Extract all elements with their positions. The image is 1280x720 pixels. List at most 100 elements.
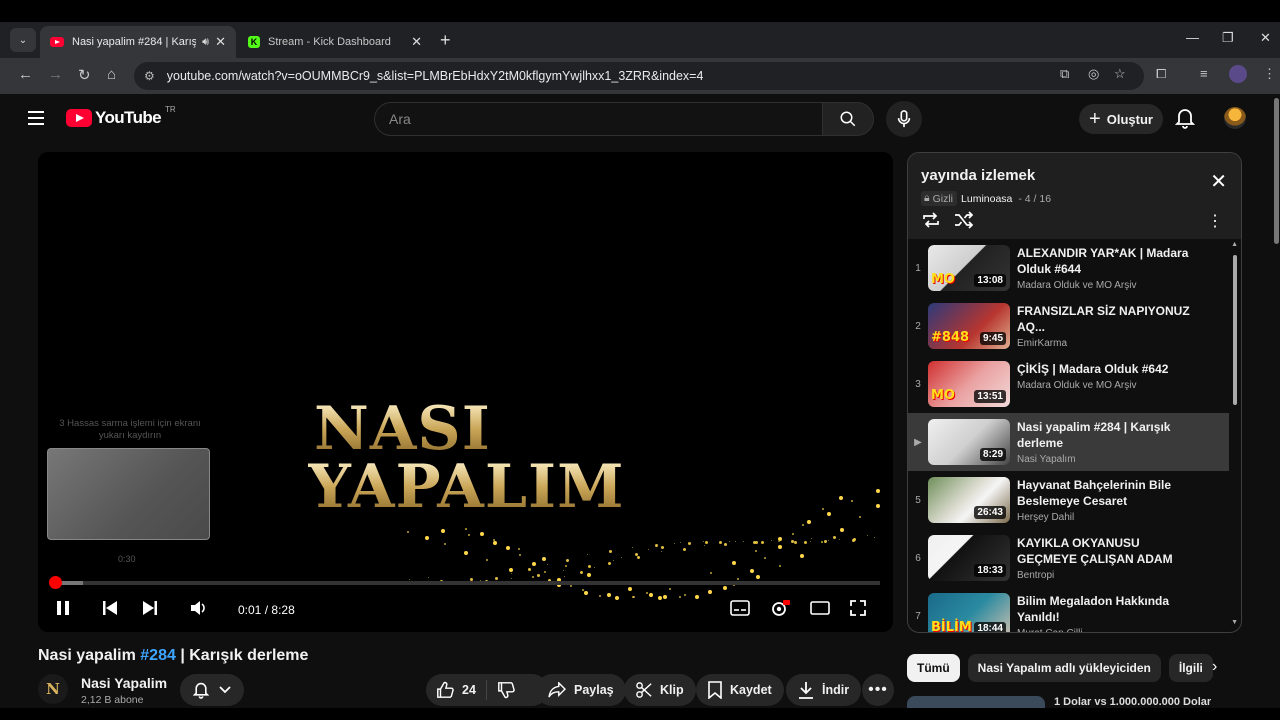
create-button[interactable]: + Oluştur	[1079, 104, 1163, 134]
menu-icon[interactable]	[28, 111, 44, 125]
playlist-more-icon[interactable]: ⋮	[1207, 211, 1223, 231]
extensions-icon[interactable]: ⧠	[1156, 66, 1166, 82]
video-hashtag-link[interactable]: #284	[140, 647, 176, 664]
save-button[interactable]: Kaydet	[696, 674, 784, 706]
progress-bar[interactable]	[48, 576, 880, 589]
previous-icon[interactable]	[102, 600, 118, 621]
playlist-item-title[interactable]: ÇİKİŞ | Madara Olduk #642	[1017, 361, 1192, 377]
page-scrollbar-thumb[interactable]	[1274, 98, 1279, 244]
playlist-item[interactable]: ▶ 8:29 Nasi yapalim #284 | Karışık derleme…	[908, 413, 1229, 471]
eye-off-icon[interactable]: ◎	[1088, 66, 1099, 82]
settings-gear-icon[interactable]	[770, 600, 790, 623]
playlist-item-channel[interactable]: Nasi Yapalım	[1017, 454, 1192, 465]
chip-related[interactable]: İlgili	[1168, 654, 1213, 682]
back-arrow-icon[interactable]: ←	[18, 66, 33, 83]
tab-kick[interactable]: K Stream - Kick Dashboard ✕	[238, 26, 432, 58]
shuffle-icon[interactable]	[954, 211, 974, 234]
playlist-item-title[interactable]: Bilim Megaladon Hakkında Yanıldı!	[1017, 593, 1192, 625]
playlist-item-title[interactable]: KAYIKLA OKYANUSU GEÇMEYE ÇALIŞAN ADAM	[1017, 535, 1192, 567]
playlist-item-channel[interactable]: Madara Olduk ve MO Arşiv	[1017, 280, 1192, 291]
chevron-right-icon[interactable]: ›	[1212, 658, 1217, 676]
playlist-item-title[interactable]: FRANSIZLAR SİZ NAPIYONUZ AQ...	[1017, 303, 1192, 335]
reload-icon[interactable]: ↻	[78, 66, 91, 84]
playlist-item[interactable]: 2 #848 9:45 FRANSIZLAR SİZ NAPIYONUZ AQ... E…	[908, 297, 1241, 355]
playlist-item-thumbnail[interactable]: 18:33	[928, 535, 1010, 581]
sparkle-dot	[824, 540, 828, 544]
share-button[interactable]: Paylaş	[536, 674, 626, 706]
clip-button[interactable]: Klip	[624, 674, 696, 706]
playlist-item-channel[interactable]: EmirKarma	[1017, 338, 1192, 349]
playlist-item[interactable]: 7 BİLİM 18:44 Bilim Megaladon Hakkında Yanı…	[908, 587, 1241, 632]
playlist-item-channel[interactable]: Murat Can Çilli	[1017, 628, 1192, 632]
next-icon[interactable]	[142, 600, 158, 621]
dislike-button[interactable]	[487, 674, 533, 706]
playlist-item-channel[interactable]: Herşey Dahil	[1017, 512, 1192, 523]
pause-icon[interactable]	[56, 600, 70, 621]
forward-arrow-icon[interactable]: →	[48, 66, 63, 83]
tab-search-button[interactable]: ⌄	[10, 28, 36, 52]
like-button[interactable]: 24	[426, 674, 486, 706]
home-icon[interactable]: ⌂	[107, 66, 116, 83]
loop-icon[interactable]	[921, 211, 941, 234]
playlist-item-thumbnail[interactable]: #848 9:45	[928, 303, 1010, 349]
subscription-bell-button[interactable]	[180, 674, 244, 706]
media-control-icon[interactable]: ≡	[1200, 66, 1208, 81]
volume-icon[interactable]	[190, 600, 208, 621]
tab-youtube[interactable]: Nasi yapalim #284 | Karışık derleme 🔊︎ ✕	[40, 26, 236, 58]
account-avatar[interactable]	[1224, 107, 1246, 129]
playlist-item-thumbnail[interactable]: 26:43	[928, 477, 1010, 523]
playlist-owner[interactable]: Luminoasa	[961, 193, 1012, 205]
scrubber-knob[interactable]	[48, 576, 62, 589]
sparkle-dot	[735, 540, 737, 542]
chip-all[interactable]: Tümü	[907, 654, 960, 682]
playlist-item-thumbnail[interactable]: MO 13:51	[928, 361, 1010, 407]
minimize-icon[interactable]: —	[1186, 30, 1199, 45]
browser-menu-icon[interactable]: ⋮	[1263, 66, 1276, 82]
scroll-up-arrow-icon[interactable]: ▲	[1231, 241, 1238, 248]
recommended-thumbnail[interactable]	[907, 696, 1045, 708]
theater-mode-icon[interactable]	[810, 600, 830, 621]
playlist-item[interactable]: 1 MO 13:08 ALEXANDIR YAR*AK | Madara Olduk …	[908, 239, 1241, 297]
chip-uploader[interactable]: Nasi Yapalım adlı yükleyiciden	[967, 654, 1161, 682]
new-tab-plus-icon[interactable]: +	[440, 30, 451, 51]
close-tab-icon[interactable]: ✕	[215, 34, 226, 50]
youtube-logo[interactable]: YouTube TR	[66, 105, 176, 128]
playlist-item-title[interactable]: Nasi yapalim #284 | Karışık derleme	[1017, 419, 1192, 451]
recommended-title[interactable]: 1 Dolar vs 1.000.000.000 Dolar	[1054, 696, 1211, 708]
search-input[interactable]	[375, 103, 822, 135]
voice-search-button[interactable]	[886, 101, 922, 137]
playlist-item[interactable]: 3 MO 13:51 ÇİKİŞ | Madara Olduk #642 Madara …	[908, 355, 1241, 413]
close-playlist-icon[interactable]: ✕	[1210, 169, 1227, 194]
playlist-item-thumbnail[interactable]: MO 13:08	[928, 245, 1010, 291]
download-button[interactable]: İndir	[786, 674, 862, 706]
playlist-item-thumbnail[interactable]: 8:29	[928, 419, 1010, 465]
video-player[interactable]: NASI YAPALIM 3 Hassas sarma işlemi için …	[38, 152, 893, 632]
cast-install-icon[interactable]: ⧉	[1060, 66, 1069, 82]
search-button[interactable]	[822, 102, 874, 136]
close-tab-icon[interactable]: ✕	[411, 34, 422, 50]
channel-avatar[interactable]: N	[38, 674, 68, 704]
playlist-item[interactable]: 5 26:43 Hayvanat Bahçelerinin Bile Besleme…	[908, 471, 1241, 529]
restore-icon[interactable]: ❐	[1222, 30, 1234, 46]
scroll-down-arrow-icon[interactable]: ▼	[1231, 619, 1238, 626]
video-title-main: Nasi yapalim	[38, 647, 136, 664]
fullscreen-icon[interactable]	[850, 600, 866, 621]
more-actions-icon[interactable]: •••	[862, 674, 894, 706]
channel-name[interactable]: Nasi Yapalim	[81, 675, 167, 691]
playlist-item-channel[interactable]: Bentropi	[1017, 570, 1192, 581]
playlist-scrollbar-thumb[interactable]	[1233, 255, 1237, 405]
bookmark-star-icon[interactable]: ☆	[1114, 66, 1126, 82]
playlist-item-title[interactable]: Hayvanat Bahçelerinin Bile Beslemeye Ces…	[1017, 477, 1192, 509]
speaker-icon[interactable]: 🔊︎	[202, 36, 209, 49]
playlist-item-thumbnail[interactable]: BİLİM 18:44	[928, 593, 1010, 632]
window-close-icon[interactable]: ✕	[1260, 30, 1271, 46]
playlist-item[interactable]: 6 18:33 KAYIKLA OKYANUSU GEÇMEYE ÇALIŞAN A…	[908, 529, 1241, 587]
playlist-item-channel[interactable]: Madara Olduk ve MO Arşiv	[1017, 380, 1192, 391]
profile-avatar[interactable]	[1229, 65, 1247, 83]
playlist-title[interactable]: yayında izlemek	[921, 167, 1035, 184]
site-info-icon[interactable]: ⚙	[144, 69, 155, 83]
playlist-item-title[interactable]: ALEXANDIR YAR*AK | Madara Olduk #644	[1017, 245, 1192, 277]
notifications-bell-icon[interactable]	[1174, 107, 1196, 134]
subtitles-icon[interactable]	[730, 600, 750, 621]
address-bar[interactable]: ⚙ youtube.com/watch?v=oOUMMBCr9_s&list=P…	[134, 62, 1144, 90]
